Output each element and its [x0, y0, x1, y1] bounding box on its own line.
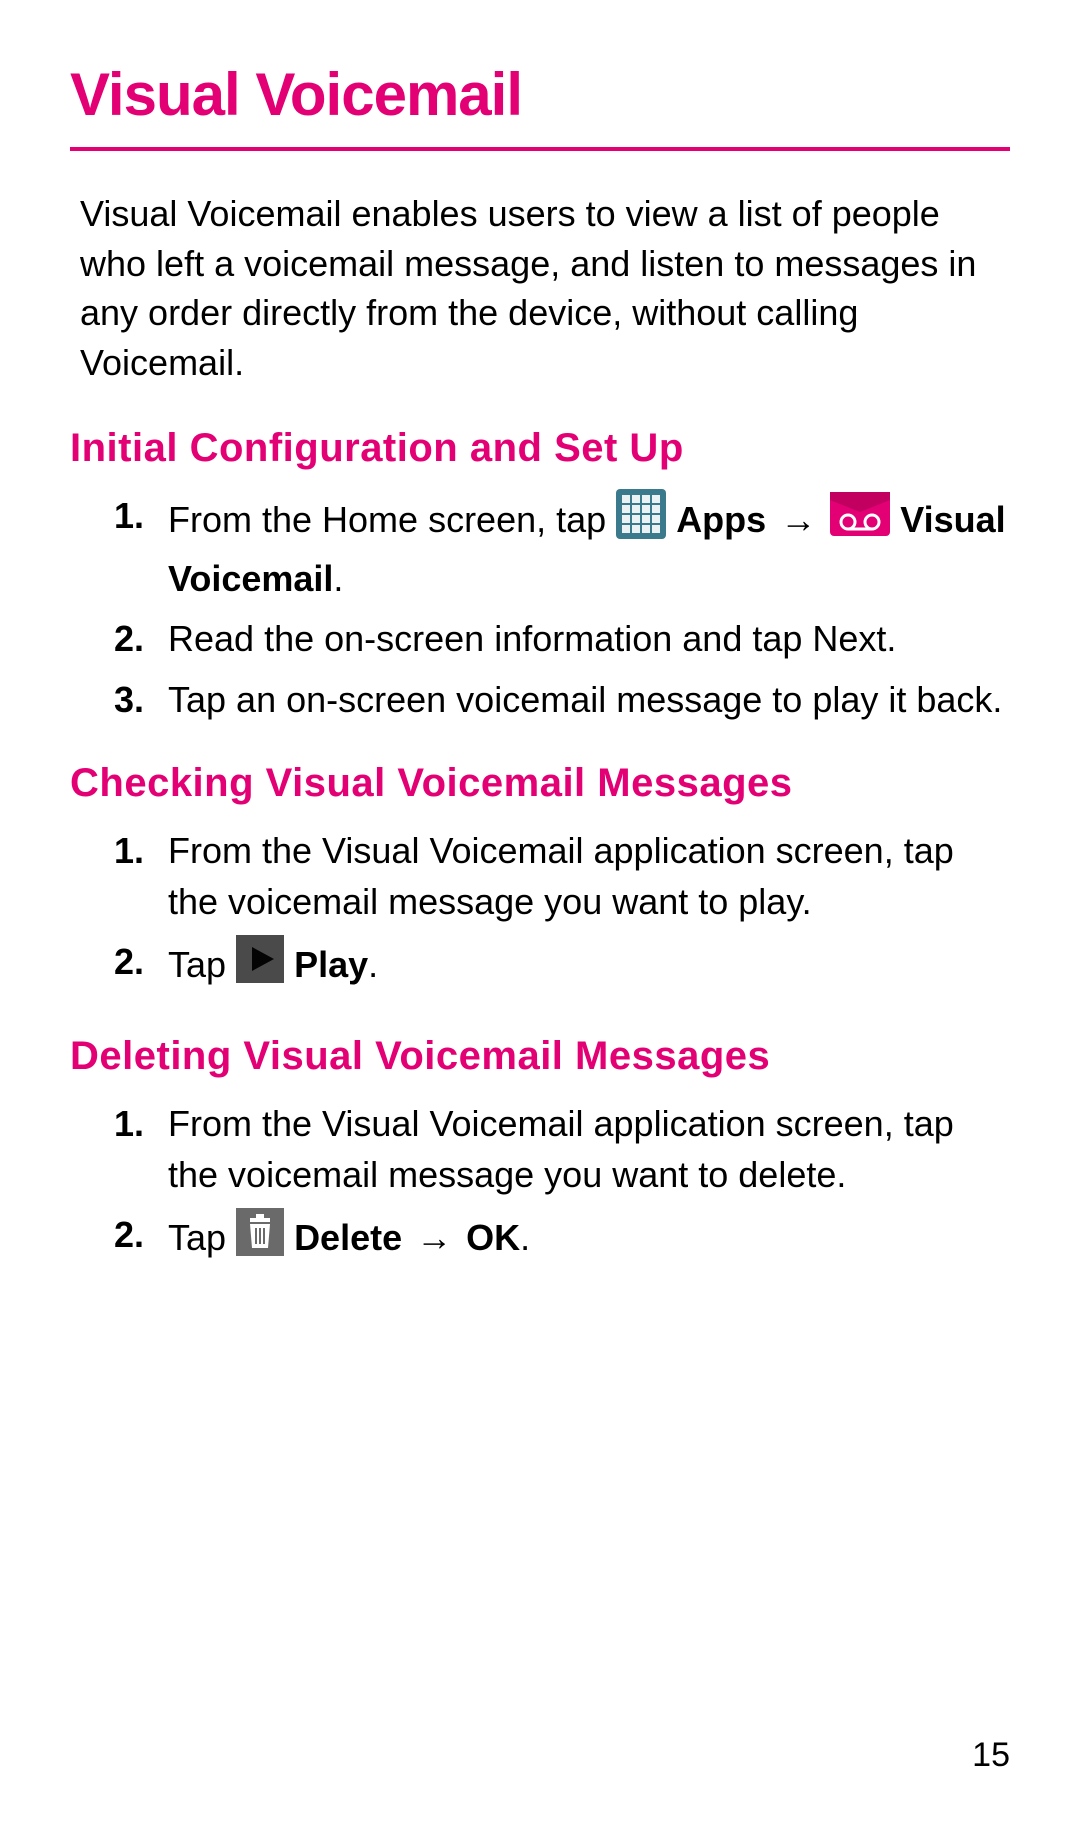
section-heading: Checking Visual Voicemail Messages — [70, 761, 1010, 806]
trash-icon — [236, 1208, 284, 1269]
step-text: From the Visual Voicemail application sc… — [168, 830, 954, 921]
step-item: 1.From the Visual Voicemail application … — [168, 1099, 1010, 1200]
step-number: 1. — [114, 491, 144, 541]
section-heading: Initial Configuration and Set Up — [70, 426, 1010, 471]
page-number: 15 — [972, 1736, 1010, 1775]
arrow-icon: → — [412, 1213, 456, 1263]
step-number: 2. — [114, 614, 144, 664]
step-text — [890, 499, 900, 540]
step-text — [284, 1217, 294, 1258]
step-item: 1.From the Home screen, tap Apps → Visua… — [168, 491, 1010, 605]
voicemail-tape-icon — [830, 492, 890, 549]
step-number: 3. — [114, 675, 144, 725]
step-bold-text: Play — [294, 944, 368, 985]
section-heading: Deleting Visual Voicemail Messages — [70, 1034, 1010, 1079]
step-item: 3.Tap an on-screen voicemail message to … — [168, 675, 1010, 725]
step-item: 1.From the Visual Voicemail application … — [168, 826, 1010, 927]
step-number: 1. — [114, 1099, 144, 1149]
intro-paragraph: Visual Voicemail enables users to view a… — [80, 189, 1000, 388]
step-list: 1.From the Home screen, tap Apps → Visua… — [70, 491, 1010, 726]
apps-grid-icon — [616, 489, 666, 552]
step-number: 2. — [114, 937, 144, 987]
step-list: 1. From the Visual Voicemail application … — [70, 826, 1010, 998]
step-text: From the Visual Voicemail application sc… — [168, 1103, 954, 1194]
step-text: Tap — [168, 944, 236, 985]
manual-page: Visual Voicemail Visual Voicemail enable… — [0, 0, 1080, 1835]
step-text: From the Home screen, tap — [168, 499, 616, 540]
step-text — [402, 1217, 412, 1258]
step-text — [284, 944, 294, 985]
step-bold-text: Delete — [294, 1217, 402, 1258]
sections: Initial Configuration and Set Up 1. From t… — [70, 426, 1010, 1272]
step-text — [766, 499, 776, 540]
step-item: 2.Tap Play. — [168, 937, 1010, 998]
step-item: 2.Read the on-screen information and tap… — [168, 614, 1010, 664]
step-text: . — [520, 1217, 530, 1258]
step-text: Tap an on-screen voicemail message to pl… — [168, 679, 1002, 720]
arrow-icon: → — [776, 495, 820, 545]
step-text — [456, 1217, 466, 1258]
step-text: . — [368, 944, 378, 985]
title-underline — [70, 147, 1010, 151]
step-number: 1. — [114, 826, 144, 876]
step-bold-text: Apps — [676, 499, 766, 540]
page-title: Visual Voicemail — [70, 60, 1010, 129]
step-text: Tap — [168, 1217, 236, 1258]
step-text — [820, 499, 830, 540]
step-list: 1. From the Visual Voicemail application … — [70, 1099, 1010, 1271]
step-item: 2.Tap Delete → OK. — [168, 1210, 1010, 1271]
play-icon — [236, 935, 284, 996]
step-bold-text: OK — [466, 1217, 520, 1258]
step-number: 2. — [114, 1210, 144, 1260]
step-text — [666, 499, 676, 540]
step-text: Read the on-screen information and tap N… — [168, 618, 896, 659]
step-text: . — [333, 558, 343, 599]
